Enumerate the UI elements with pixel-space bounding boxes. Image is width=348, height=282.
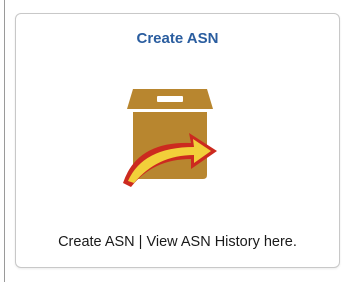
tile-caption: Create ASN | View ASN History here. [58,234,297,250]
left-border-line [4,0,5,282]
create-asn-tile[interactable]: Create ASN Create ASN | View ASN History… [15,13,340,268]
box-with-arrow-icon [123,89,217,187]
tile-title: Create ASN [136,30,219,47]
box-handle [157,96,183,102]
